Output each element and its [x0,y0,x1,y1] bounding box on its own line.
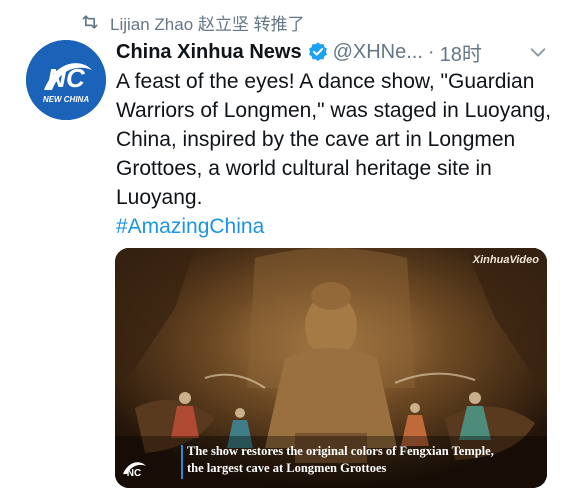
svg-text:NEW CHINA: NEW CHINA [43,95,89,104]
caption-line-2: the largest cave at Longmen Grottoes [187,461,387,475]
video-caption: The show restores the original colors of… [187,443,527,477]
video-watermark: XinhuaVideo [472,254,539,266]
tweet-body: A feast of the eyes! A dance show, "Guar… [116,67,556,241]
svg-text:NC: NC [127,468,141,479]
retweet-label: Lijian Zhao 赵立坚 转推了 [110,14,305,34]
avatar[interactable]: NC NEW CHINA [26,40,106,120]
author-handle[interactable]: @XHNe... [333,41,423,64]
tweet-header: China Xinhua News @XHNe... · 18时 [116,38,557,66]
retweet-context[interactable]: Lijian Zhao 赵立坚 转推了 [80,10,305,34]
svg-text:NC: NC [47,63,86,93]
new-china-logo-icon: NC NEW CHINA [26,40,106,120]
xinhua-logo-icon: NC [123,462,146,479]
tweet-media-video[interactable]: XinhuaVideo NC The show restores the ori… [115,248,547,488]
hashtag-link[interactable]: #AmazingChina [116,212,556,241]
separator-dot: · [427,40,435,63]
retweet-icon [82,15,98,29]
chevron-down-icon[interactable] [527,41,549,63]
author-name[interactable]: China Xinhua News [116,41,302,64]
tweet-timestamp[interactable]: 18时 [440,38,482,67]
caption-line-1: The show restores the original colors of… [187,444,494,458]
verified-badge-icon [308,42,327,62]
tweet-text: A feast of the eyes! A dance show, "Guar… [116,70,552,209]
caption-accent-bar [181,445,183,479]
